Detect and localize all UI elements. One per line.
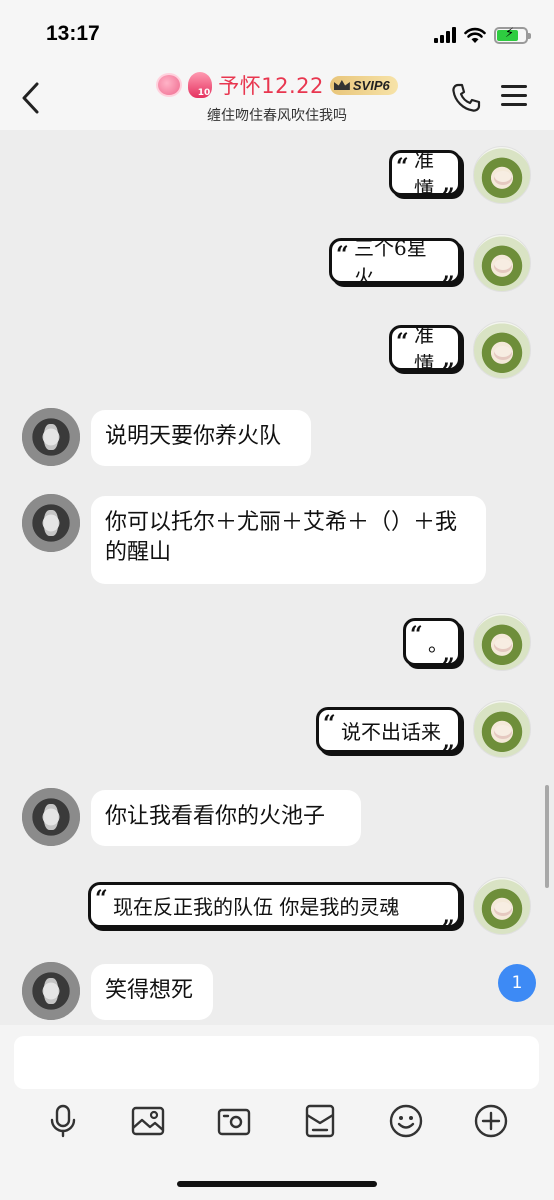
contact-avatar[interactable] bbox=[22, 408, 80, 466]
contact-nickname: 予怀12.22 bbox=[218, 74, 324, 98]
status-bar: 13:17 ⚡ bbox=[0, 0, 554, 66]
message-text: 说明天要你养火队 bbox=[105, 424, 282, 449]
svip-badge: SVIP6 bbox=[329, 75, 398, 95]
message-bubble-outgoing[interactable]: “三个6星火 „ bbox=[329, 236, 461, 289]
wifi-icon bbox=[464, 27, 486, 43]
status-icons: ⚡ bbox=[434, 24, 531, 46]
red-packet-icon[interactable] bbox=[302, 1103, 338, 1139]
plus-icon[interactable] bbox=[473, 1103, 509, 1139]
my-avatar[interactable] bbox=[473, 321, 531, 379]
charging-bolt-icon: ⚡ bbox=[505, 25, 515, 41]
message-bubble-outgoing[interactable]: “准懂 „ bbox=[389, 323, 461, 376]
flame-badge-count: 10 bbox=[197, 88, 211, 98]
message-text: 三个6星火 bbox=[354, 236, 427, 289]
contact-avatar[interactable] bbox=[22, 962, 80, 1020]
message-bubble-outgoing[interactable]: “准懂 „ bbox=[389, 148, 461, 201]
message-text-line: 你可以托尔＋尤丽＋艾希＋（）＋我 bbox=[105, 510, 458, 535]
contact-avatar[interactable] bbox=[22, 788, 80, 846]
message-text: 笑得想死 bbox=[105, 978, 194, 1003]
more-menu-button[interactable] bbox=[501, 85, 527, 111]
message-bubble-outgoing[interactable]: “。 „ bbox=[403, 618, 461, 667]
image-icon[interactable] bbox=[130, 1103, 166, 1139]
message-bubble-outgoing[interactable]: “说不出话来 „ bbox=[316, 707, 461, 754]
message-bubble-incoming[interactable]: 笑得想死 bbox=[91, 964, 213, 1020]
emoji-icon[interactable] bbox=[388, 1103, 424, 1139]
message-text: 你让我看看你的火池子 bbox=[105, 804, 326, 829]
level-badge-icon bbox=[156, 73, 183, 97]
message-bubble-incoming[interactable]: 说明天要你养火队 bbox=[91, 410, 311, 466]
message-bubble-incoming[interactable]: 你可以托尔＋尤丽＋艾希＋（）＋我 的醒山 bbox=[91, 496, 486, 584]
unread-count-badge[interactable]: 1 bbox=[498, 964, 536, 1002]
message-text: 说不出话来 bbox=[341, 719, 441, 744]
camera-icon[interactable] bbox=[216, 1103, 252, 1139]
my-avatar[interactable] bbox=[473, 613, 531, 671]
chat-header: 10 予怀12.22 SVIP6 缠住吻住春风吹住我吗 bbox=[0, 66, 554, 130]
my-avatar[interactable] bbox=[473, 877, 531, 935]
home-indicator[interactable] bbox=[177, 1181, 377, 1187]
my-avatar[interactable] bbox=[473, 146, 531, 204]
battery-icon: ⚡ bbox=[494, 25, 531, 44]
message-input[interactable] bbox=[14, 1036, 539, 1089]
message-text: 现在反正我的队伍 你是我的灵魂 bbox=[113, 894, 400, 919]
my-avatar[interactable] bbox=[473, 234, 531, 292]
input-area bbox=[0, 1025, 554, 1200]
microphone-icon[interactable] bbox=[45, 1103, 81, 1139]
flame-badge-icon: 10 bbox=[188, 72, 213, 98]
svip-label: SVIP6 bbox=[352, 77, 390, 93]
message-text-line: 的醒山 bbox=[105, 540, 172, 565]
status-time: 13:17 bbox=[46, 22, 100, 45]
message-text: 准懂 bbox=[414, 323, 434, 376]
phone-call-button[interactable] bbox=[450, 82, 482, 114]
cellular-signal-icon bbox=[434, 27, 456, 43]
scrollbar[interactable] bbox=[545, 785, 549, 888]
my-avatar[interactable] bbox=[473, 700, 531, 758]
message-bubble-outgoing[interactable]: “现在反正我的队伍 你是我的灵魂 „ bbox=[88, 882, 461, 929]
contact-avatar[interactable] bbox=[22, 494, 80, 552]
message-bubble-incoming[interactable]: 你让我看看你的火池子 bbox=[91, 790, 361, 846]
crown-icon bbox=[333, 80, 350, 90]
message-text: 准懂 bbox=[414, 148, 434, 201]
